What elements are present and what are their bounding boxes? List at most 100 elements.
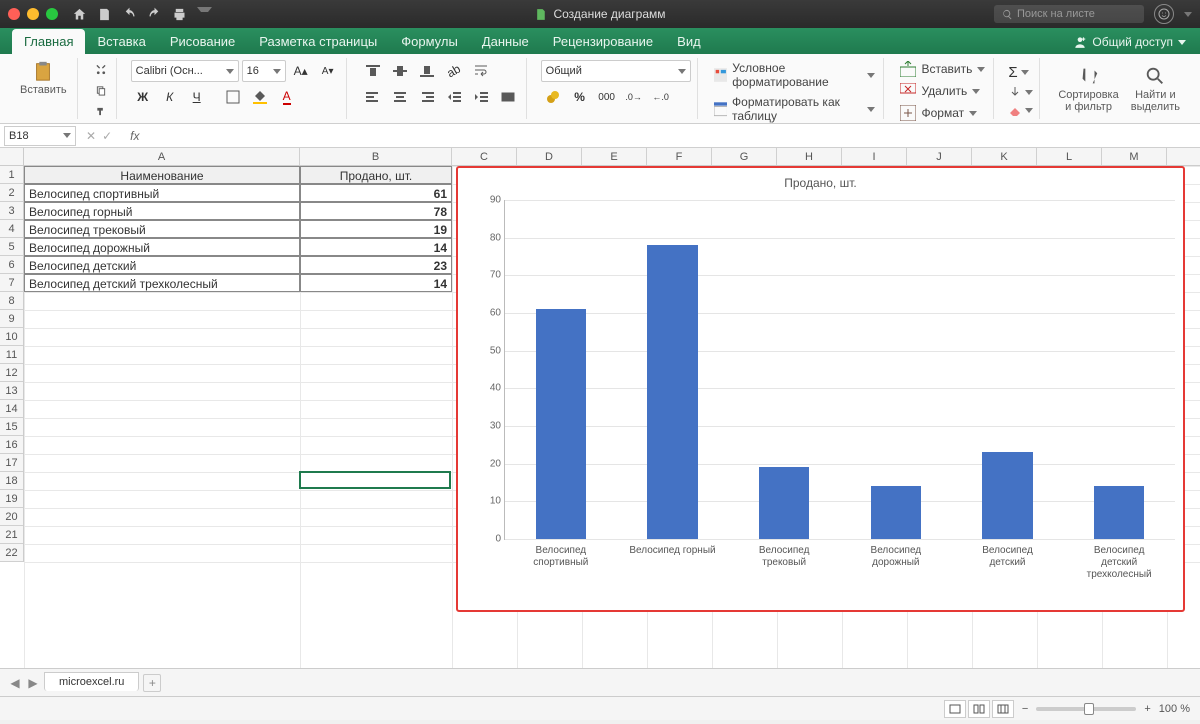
- cell[interactable]: Велосипед горный: [24, 202, 300, 220]
- user-dropdown-icon[interactable]: [1184, 12, 1192, 17]
- font-size-select[interactable]: 16: [242, 60, 286, 82]
- font-name-select[interactable]: Calibri (Осн...: [131, 60, 239, 82]
- page-break-view-button[interactable]: [992, 700, 1014, 718]
- clear-icon[interactable]: [1008, 103, 1022, 117]
- wrap-text-button[interactable]: [469, 60, 493, 82]
- merge-cells-button[interactable]: [496, 86, 520, 108]
- decrease-decimal-button[interactable]: ←.0: [649, 86, 673, 108]
- row-header[interactable]: 2: [0, 184, 23, 202]
- cell[interactable]: Велосипед детский: [24, 256, 300, 274]
- comma-button[interactable]: 000: [595, 86, 619, 108]
- find-select-button[interactable]: Найти и выделить: [1127, 65, 1184, 113]
- sheet-area[interactable]: ABCDEFGHIJKLM 12345678910111213141516171…: [0, 148, 1200, 668]
- tab-home[interactable]: Главная: [12, 29, 85, 54]
- currency-button[interactable]: [541, 86, 565, 108]
- cell[interactable]: Велосипед дорожный: [24, 238, 300, 256]
- cell[interactable]: Продано, шт.: [300, 166, 452, 184]
- format-cells-button[interactable]: Формат: [898, 104, 987, 122]
- cell[interactable]: Велосипед детский трехколесный: [24, 274, 300, 292]
- row-header[interactable]: 15: [0, 418, 23, 436]
- zoom-out-button[interactable]: −: [1022, 703, 1028, 715]
- autosum-icon[interactable]: Σ: [1008, 64, 1017, 81]
- add-sheet-button[interactable]: +: [143, 674, 161, 692]
- delete-cells-button[interactable]: Удалить: [898, 82, 987, 100]
- user-account-button[interactable]: [1154, 4, 1174, 24]
- cell[interactable]: 61: [300, 184, 452, 202]
- increase-indent-button[interactable]: [469, 86, 493, 108]
- tab-draw[interactable]: Рисование: [158, 29, 247, 54]
- home-icon[interactable]: [72, 7, 87, 22]
- row-header[interactable]: 17: [0, 454, 23, 472]
- row-header[interactable]: 18: [0, 472, 23, 490]
- row-header[interactable]: 1: [0, 166, 23, 184]
- underline-button[interactable]: Ч: [185, 86, 209, 108]
- column-header[interactable]: I: [842, 148, 907, 165]
- minimize-window-button[interactable]: [27, 8, 39, 20]
- save-icon[interactable]: [97, 7, 112, 22]
- insert-cells-button[interactable]: Вставить: [898, 60, 987, 78]
- close-window-button[interactable]: [8, 8, 20, 20]
- row-header[interactable]: 7: [0, 274, 23, 292]
- row-header[interactable]: 5: [0, 238, 23, 256]
- chart-bar[interactable]: [1094, 486, 1144, 539]
- italic-button[interactable]: К: [158, 86, 182, 108]
- cell[interactable]: 19: [300, 220, 452, 238]
- column-header[interactable]: F: [647, 148, 712, 165]
- column-header[interactable]: K: [972, 148, 1037, 165]
- zoom-slider[interactable]: [1036, 707, 1136, 711]
- row-header[interactable]: 6: [0, 256, 23, 274]
- align-top-button[interactable]: [361, 60, 385, 82]
- orientation-button[interactable]: ab: [442, 60, 466, 82]
- column-header[interactable]: B: [300, 148, 452, 165]
- bold-button[interactable]: Ж: [131, 86, 155, 108]
- zoom-in-button[interactable]: +: [1144, 703, 1150, 715]
- increase-font-button[interactable]: A▴: [289, 60, 313, 82]
- cell[interactable]: 14: [300, 274, 452, 292]
- tab-view[interactable]: Вид: [665, 29, 713, 54]
- paste-button[interactable]: Вставить: [16, 60, 71, 96]
- align-middle-button[interactable]: [388, 60, 412, 82]
- row-header[interactable]: 9: [0, 310, 23, 328]
- chart-bar[interactable]: [982, 452, 1032, 539]
- column-header[interactable]: C: [452, 148, 517, 165]
- cell[interactable]: Наименование: [24, 166, 300, 184]
- redo-icon[interactable]: [147, 7, 162, 22]
- cell[interactable]: 23: [300, 256, 452, 274]
- column-header[interactable]: G: [712, 148, 777, 165]
- copy-icon[interactable]: [92, 85, 110, 96]
- cell[interactable]: 14: [300, 238, 452, 256]
- fill-color-button[interactable]: [248, 86, 272, 108]
- format-painter-icon[interactable]: [92, 106, 110, 117]
- confirm-formula-icon[interactable]: ✓: [102, 129, 112, 143]
- conditional-formatting-button[interactable]: Условное форматирование: [712, 60, 878, 90]
- format-as-table-button[interactable]: Форматировать как таблицу: [712, 94, 878, 124]
- column-header[interactable]: D: [517, 148, 582, 165]
- qat-dropdown-icon[interactable]: [197, 7, 212, 22]
- font-color-button[interactable]: A: [275, 86, 299, 108]
- search-in-sheet-input[interactable]: Поиск на листе: [994, 5, 1144, 23]
- column-header[interactable]: H: [777, 148, 842, 165]
- tab-scroll-right[interactable]: ▶: [26, 676, 40, 690]
- page-layout-view-button[interactable]: [968, 700, 990, 718]
- tab-formulas[interactable]: Формулы: [389, 29, 470, 54]
- column-header[interactable]: L: [1037, 148, 1102, 165]
- chart-bar[interactable]: [759, 467, 809, 539]
- row-header[interactable]: 3: [0, 202, 23, 220]
- tab-page-layout[interactable]: Разметка страницы: [247, 29, 389, 54]
- row-header[interactable]: 12: [0, 364, 23, 382]
- column-header[interactable]: A: [24, 148, 300, 165]
- decrease-indent-button[interactable]: [442, 86, 466, 108]
- zoom-value[interactable]: 100 %: [1159, 703, 1190, 715]
- cell[interactable]: Велосипед трековый: [24, 220, 300, 238]
- number-format-select[interactable]: Общий: [541, 60, 691, 82]
- align-bottom-button[interactable]: [415, 60, 439, 82]
- row-header[interactable]: 20: [0, 508, 23, 526]
- row-header[interactable]: 13: [0, 382, 23, 400]
- grid-body[interactable]: НаименованиеПродано, шт.Велосипед спорти…: [24, 166, 1200, 668]
- align-center-button[interactable]: [388, 86, 412, 108]
- row-header[interactable]: 8: [0, 292, 23, 310]
- chart-bar[interactable]: [871, 486, 921, 539]
- increase-decimal-button[interactable]: .0→: [622, 86, 646, 108]
- row-header[interactable]: 11: [0, 346, 23, 364]
- select-all-corner[interactable]: [0, 148, 24, 166]
